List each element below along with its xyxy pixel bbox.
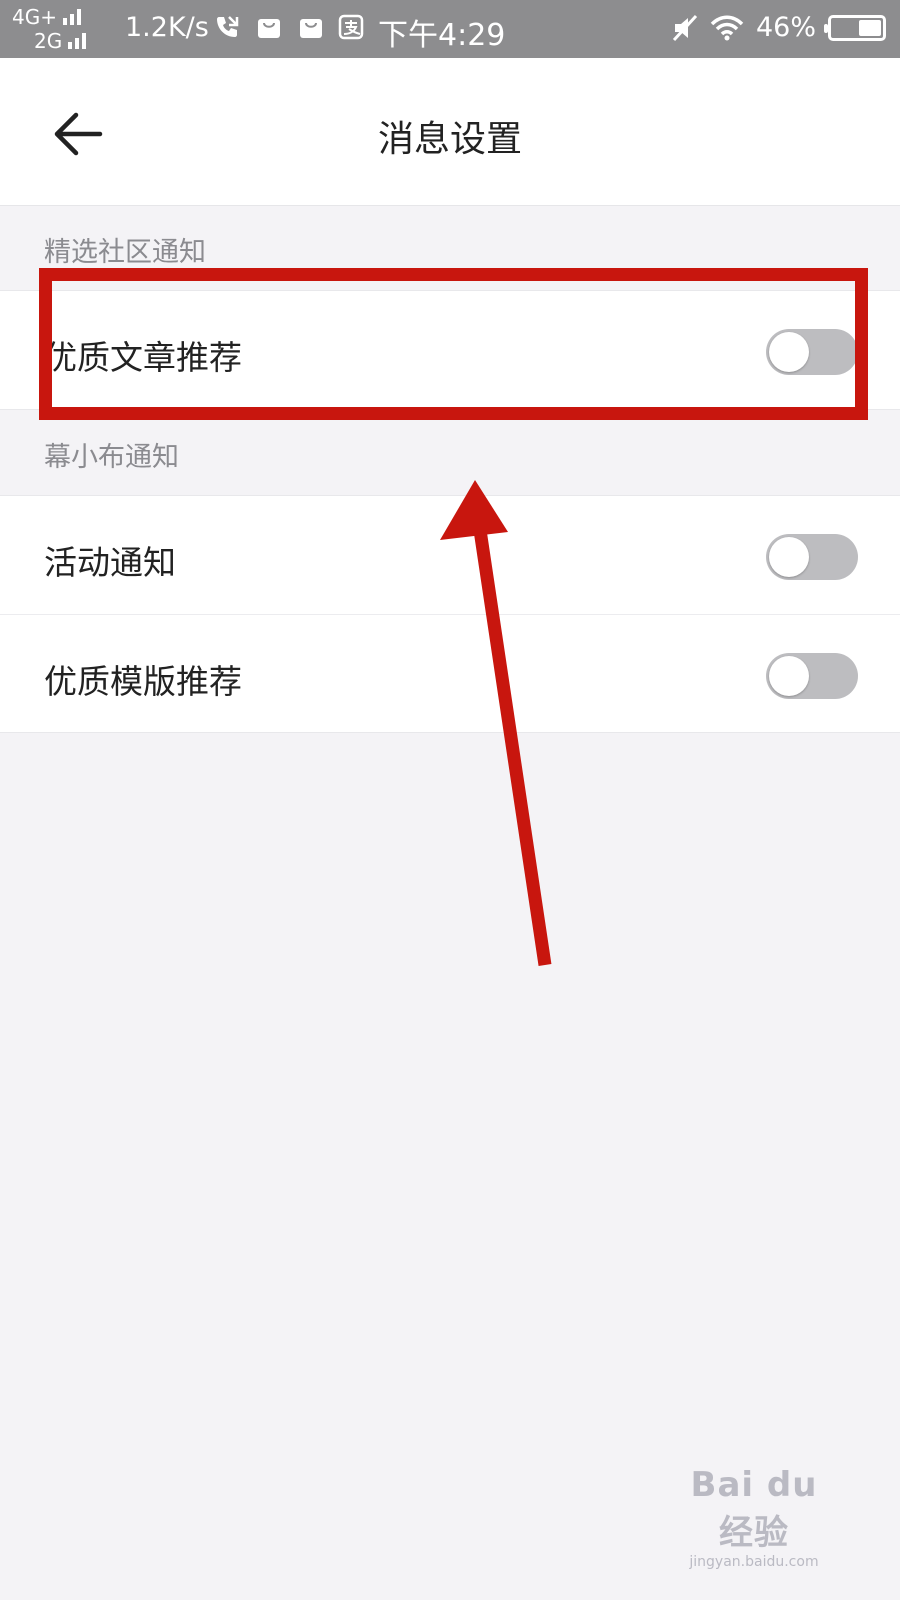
highlight-box xyxy=(39,268,868,420)
signal-icon xyxy=(68,33,87,49)
toggle-knob xyxy=(769,656,809,696)
status-bar: 4G+ 2G 1.2K/s 下午4:29 46% xyxy=(0,0,900,58)
setting-label: 活动通知 xyxy=(44,543,176,582)
baidu-jingyan-watermark: Bai du 经验 jingyan.baidu.com xyxy=(674,1465,834,1570)
activity-toggle[interactable] xyxy=(766,534,858,580)
battery-percentage: 46% xyxy=(755,12,816,43)
section-label-mubu: 幕小布通知 xyxy=(44,442,179,473)
status-right-group: 46% xyxy=(672,12,886,43)
page-title: 消息设置 xyxy=(377,119,522,160)
section-label-community: 精选社区通知 xyxy=(44,237,206,268)
navigation-header: 消息设置 xyxy=(0,58,900,206)
watermark-logo: Bai du 经验 xyxy=(690,1465,818,1553)
alipay-icon xyxy=(338,14,364,40)
setting-label: 优质模版推荐 xyxy=(44,662,242,701)
watermark-url: jingyan.baidu.com xyxy=(689,1554,819,1570)
battery-icon xyxy=(824,14,886,41)
wifi-icon xyxy=(710,15,744,40)
toggle-knob xyxy=(769,537,809,577)
shopping-bag-icon xyxy=(300,19,322,38)
shopping-bag-icon xyxy=(258,19,280,38)
network-type-primary: 4G+ xyxy=(12,5,57,29)
mute-icon xyxy=(672,14,698,41)
network-speed: 1.2K/s xyxy=(125,12,209,43)
call-icon xyxy=(217,16,239,37)
annotation-arrow-icon xyxy=(440,480,552,966)
clock: 下午4:29 xyxy=(378,18,506,53)
network-type-secondary: 2G xyxy=(34,29,63,53)
network-indicator: 4G+ 2G xyxy=(12,5,87,53)
signal-icon xyxy=(62,9,81,25)
template-recommend-toggle[interactable] xyxy=(766,653,858,699)
